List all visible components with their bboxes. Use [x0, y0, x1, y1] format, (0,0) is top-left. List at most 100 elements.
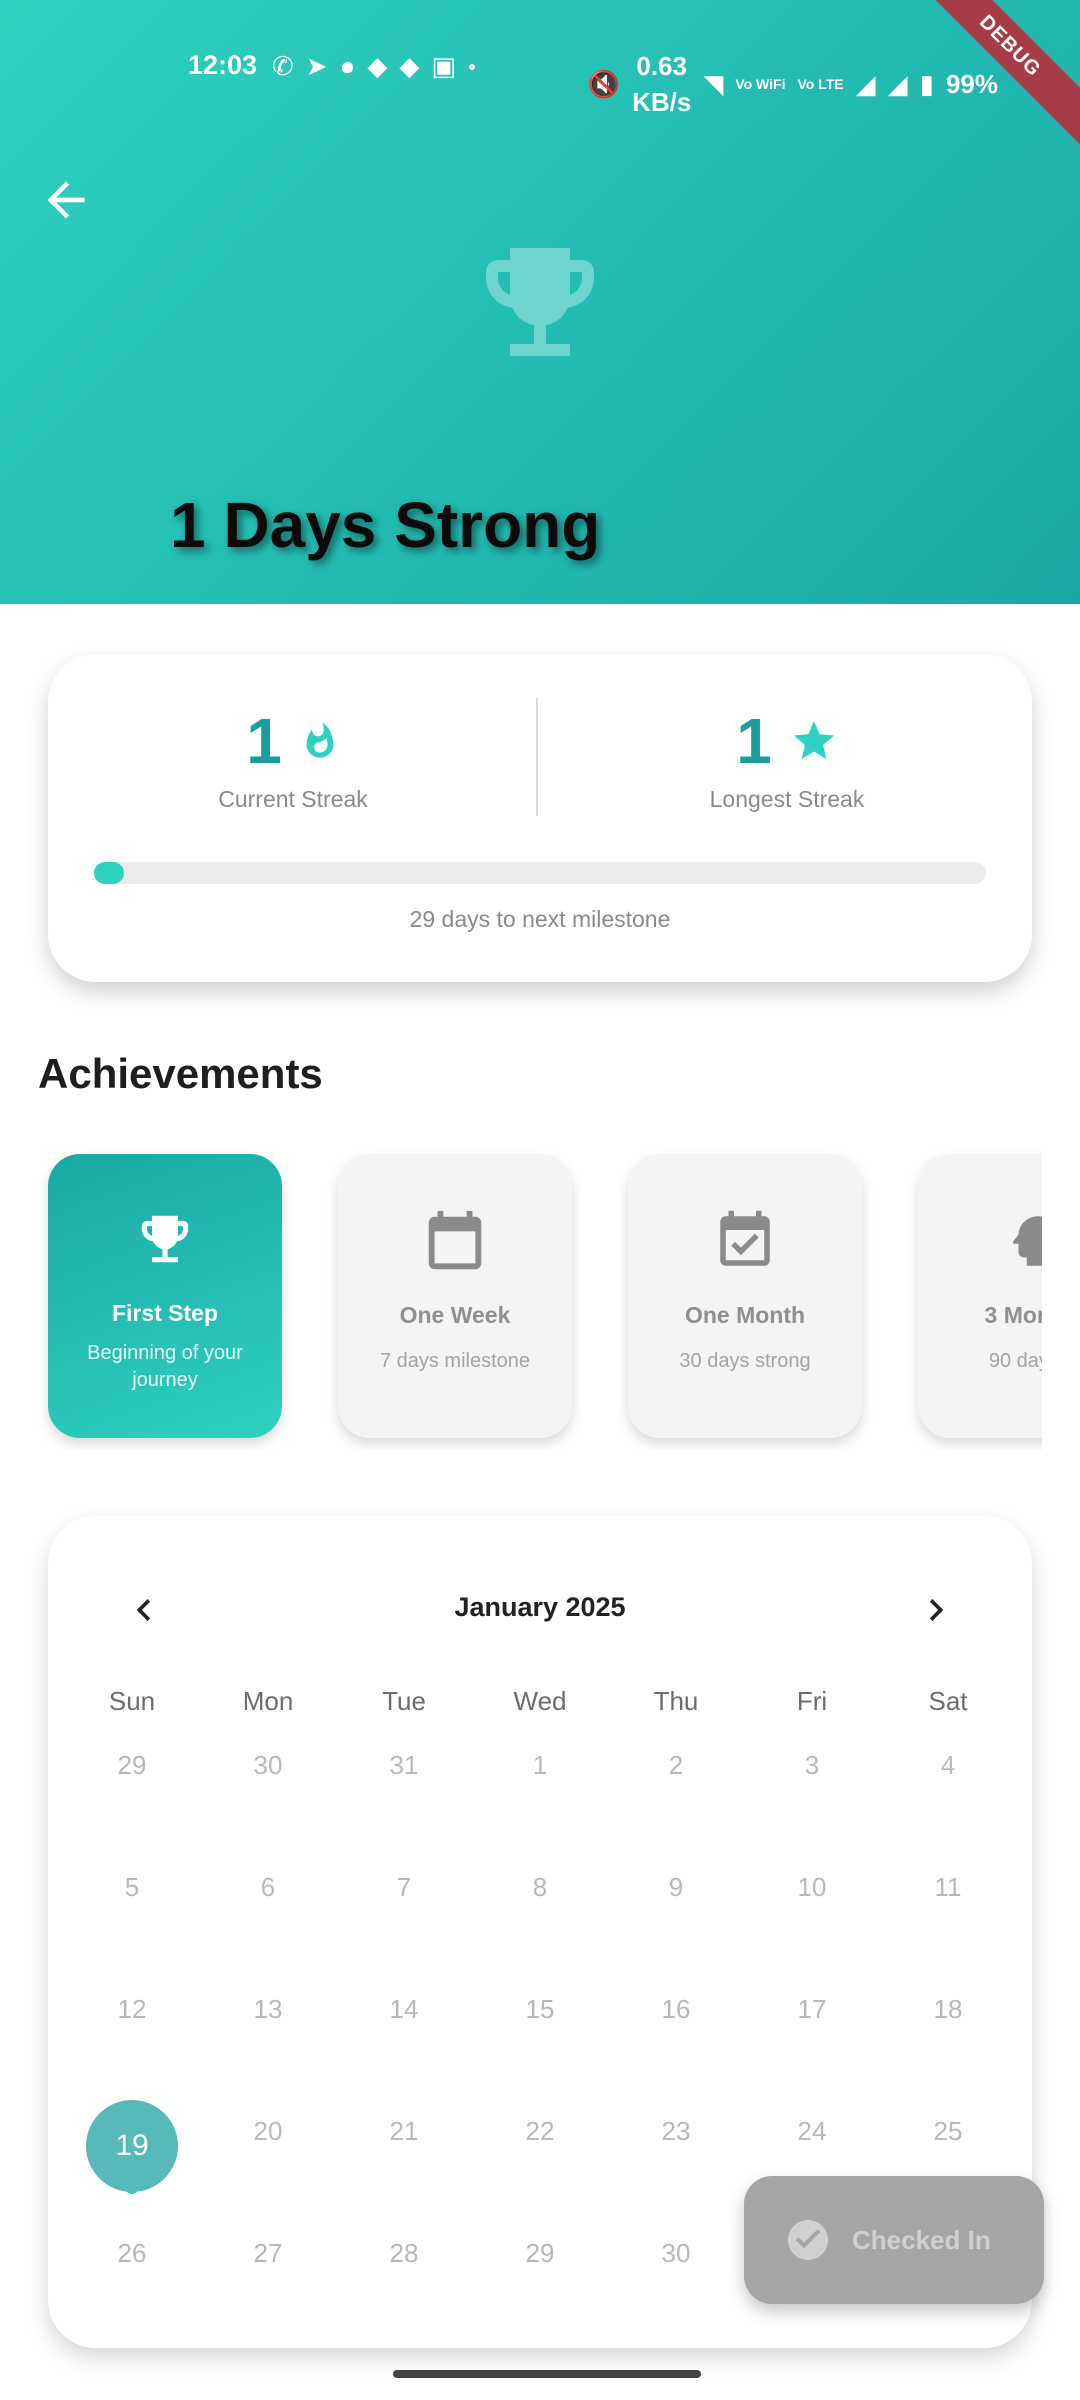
- calendar-day[interactable]: 15: [472, 1994, 608, 2025]
- send-icon: ➤: [305, 51, 328, 81]
- check-circle-icon: [788, 2220, 828, 2260]
- calendar-day[interactable]: 9: [608, 1872, 744, 1903]
- calendar-day[interactable]: 1: [472, 1750, 608, 1781]
- achievement-title: One Week: [399, 1302, 511, 1328]
- achievements-title: Achievements: [38, 1050, 323, 1097]
- mute-icon: 🔇: [587, 69, 621, 99]
- system-icons: 🔇 0.63 KB/s ◥ Vo WiFi Vo LTE ◢ ◢ ▮ 99%: [588, 48, 998, 120]
- back-arrow-icon[interactable]: [38, 172, 94, 228]
- current-streak-label: Current Streak: [218, 786, 368, 812]
- status-bar: 12:03 ✆ ➤ ● ◆ ◆ ▣ ● 🔇 0.63 KB/s ◥ Vo WiF…: [0, 40, 1080, 117]
- calendar-check-icon: [720, 1210, 770, 1266]
- calendar-day[interactable]: 7: [336, 1872, 472, 1903]
- achievement-title: 3 Months: [984, 1302, 1042, 1328]
- achievement-one-month[interactable]: One Month 30 days strong: [628, 1154, 862, 1438]
- header-banner: 12:03 ✆ ➤ ● ◆ ◆ ▣ ● 🔇 0.63 KB/s ◥ Vo WiF…: [0, 0, 1080, 604]
- calendar-day[interactable]: 22: [472, 2116, 608, 2147]
- achievement-three-months[interactable]: 3 Months 90 days of: [918, 1154, 1042, 1438]
- status-time: 12:03: [188, 50, 258, 80]
- weekday-header: Tue: [382, 1686, 426, 1716]
- calendar-day[interactable]: 16: [608, 1994, 744, 2025]
- calendar-day[interactable]: 13: [200, 1994, 336, 2025]
- weekday-header: Wed: [513, 1686, 567, 1716]
- calendar-day[interactable]: 26: [64, 2238, 200, 2269]
- game-icon: ◆: [367, 51, 388, 81]
- app-icon: ▣: [431, 51, 456, 81]
- calendar-day[interactable]: 6: [200, 1872, 336, 1903]
- calendar-day-selected[interactable]: 19: [86, 2100, 178, 2192]
- calendar-day[interactable]: 10: [744, 1872, 880, 1903]
- battery-icon: ▮: [919, 69, 934, 99]
- vo-wifi-icon: Vo WiFi: [735, 76, 786, 92]
- speed-unit: KB/s: [632, 87, 692, 117]
- calendar-day[interactable]: 2: [608, 1750, 744, 1781]
- calendar-day[interactable]: 14: [336, 1994, 472, 2025]
- achievement-subtitle: 7 days milestone: [379, 1350, 531, 1372]
- calendar-day[interactable]: 4: [880, 1750, 1016, 1781]
- achievement-subtitle: Beginning of your journey: [87, 1342, 243, 1391]
- dot-icon: ●: [467, 58, 477, 74]
- signal-icon-2: ◢: [887, 69, 908, 99]
- streak-card: 1 Current Streak 1 Longest Streak 29 day…: [48, 654, 1032, 982]
- trophy-icon: [486, 248, 594, 356]
- network-speed: 0.63 KB/s: [632, 48, 691, 120]
- vo-lte-icon: Vo LTE: [797, 76, 844, 92]
- checked-in-label: Checked In: [852, 2224, 991, 2255]
- streak-divider: [536, 698, 538, 816]
- notification-icons: ✆ ➤ ● ◆ ◆ ▣ ●: [272, 48, 476, 84]
- calendar-day[interactable]: 30: [608, 2238, 744, 2269]
- checked-in-button[interactable]: Checked In: [744, 2176, 1044, 2304]
- home-indicator[interactable]: [393, 2370, 701, 2378]
- chevron-right-icon[interactable]: [914, 1588, 958, 1632]
- calendar-icon: [428, 1210, 482, 1270]
- signal-icon: ◢: [855, 69, 876, 99]
- trophy-icon: [141, 1215, 189, 1263]
- head-icon: [1012, 1216, 1042, 1266]
- calendar-day[interactable]: 25: [880, 2116, 1016, 2147]
- calendar-day[interactable]: 29: [64, 1750, 200, 1781]
- achievement-title: First Step: [111, 1300, 219, 1326]
- whatsapp-icon: ✆: [272, 51, 294, 81]
- calendar-day[interactable]: 3: [744, 1750, 880, 1781]
- wifi-icon: ◥: [703, 69, 724, 99]
- calendar-day[interactable]: 8: [472, 1872, 608, 1903]
- longest-streak: 1 Longest Streak: [542, 704, 1032, 813]
- page-title: 1 Days Strong: [170, 489, 601, 561]
- calendar-day[interactable]: 12: [64, 1994, 200, 2025]
- current-streak: 1 Current Streak: [48, 704, 538, 813]
- achievements-list[interactable]: First Step Beginning of your journey One…: [38, 1140, 1042, 1450]
- calendar-day[interactable]: 18: [880, 1994, 1016, 2025]
- calendar-day[interactable]: 29: [472, 2238, 608, 2269]
- milestone-progress-bar: [94, 862, 986, 884]
- achievement-first-step[interactable]: First Step Beginning of your journey: [48, 1154, 282, 1438]
- game-icon-2: ◆: [399, 51, 420, 81]
- weekday-header: Thu: [653, 1686, 699, 1716]
- calendar-day[interactable]: 30: [200, 1750, 336, 1781]
- achievement-subtitle: 30 days strong: [679, 1350, 811, 1372]
- calendar-day[interactable]: 23: [608, 2116, 744, 2147]
- star-icon: [793, 721, 834, 759]
- calendar-day[interactable]: 24: [744, 2116, 880, 2147]
- weekday-header: Sun: [108, 1686, 156, 1716]
- calendar-day[interactable]: 17: [744, 1994, 880, 2025]
- achievement-title: One Month: [684, 1302, 806, 1328]
- weekday-header: Fri: [796, 1686, 828, 1716]
- speed-value: 0.63: [636, 51, 687, 81]
- calendar-day[interactable]: 5: [64, 1872, 200, 1903]
- longest-streak-value: 1: [736, 705, 772, 777]
- weekday-header: Sat: [928, 1686, 968, 1716]
- flame-icon: [306, 722, 334, 758]
- calendar-day[interactable]: 27: [200, 2238, 336, 2269]
- calendar-day[interactable]: 21: [336, 2116, 472, 2147]
- calendar-day[interactable]: 11: [880, 1872, 1016, 1903]
- achievement-subtitle: 90 days of: [988, 1350, 1042, 1372]
- calendar-day[interactable]: 28: [336, 2238, 472, 2269]
- current-streak-value: 1: [246, 705, 282, 777]
- calendar-day[interactable]: 31: [336, 1750, 472, 1781]
- chat-bubble-icon: ●: [339, 51, 356, 81]
- calendar-month-label: January 2025: [454, 1592, 626, 1622]
- longest-streak-label: Longest Streak: [709, 786, 865, 812]
- milestone-progress-label: 29 days to next milestone: [409, 906, 671, 932]
- calendar-day[interactable]: 20: [200, 2116, 336, 2147]
- achievement-one-week[interactable]: One Week 7 days milestone: [338, 1154, 572, 1438]
